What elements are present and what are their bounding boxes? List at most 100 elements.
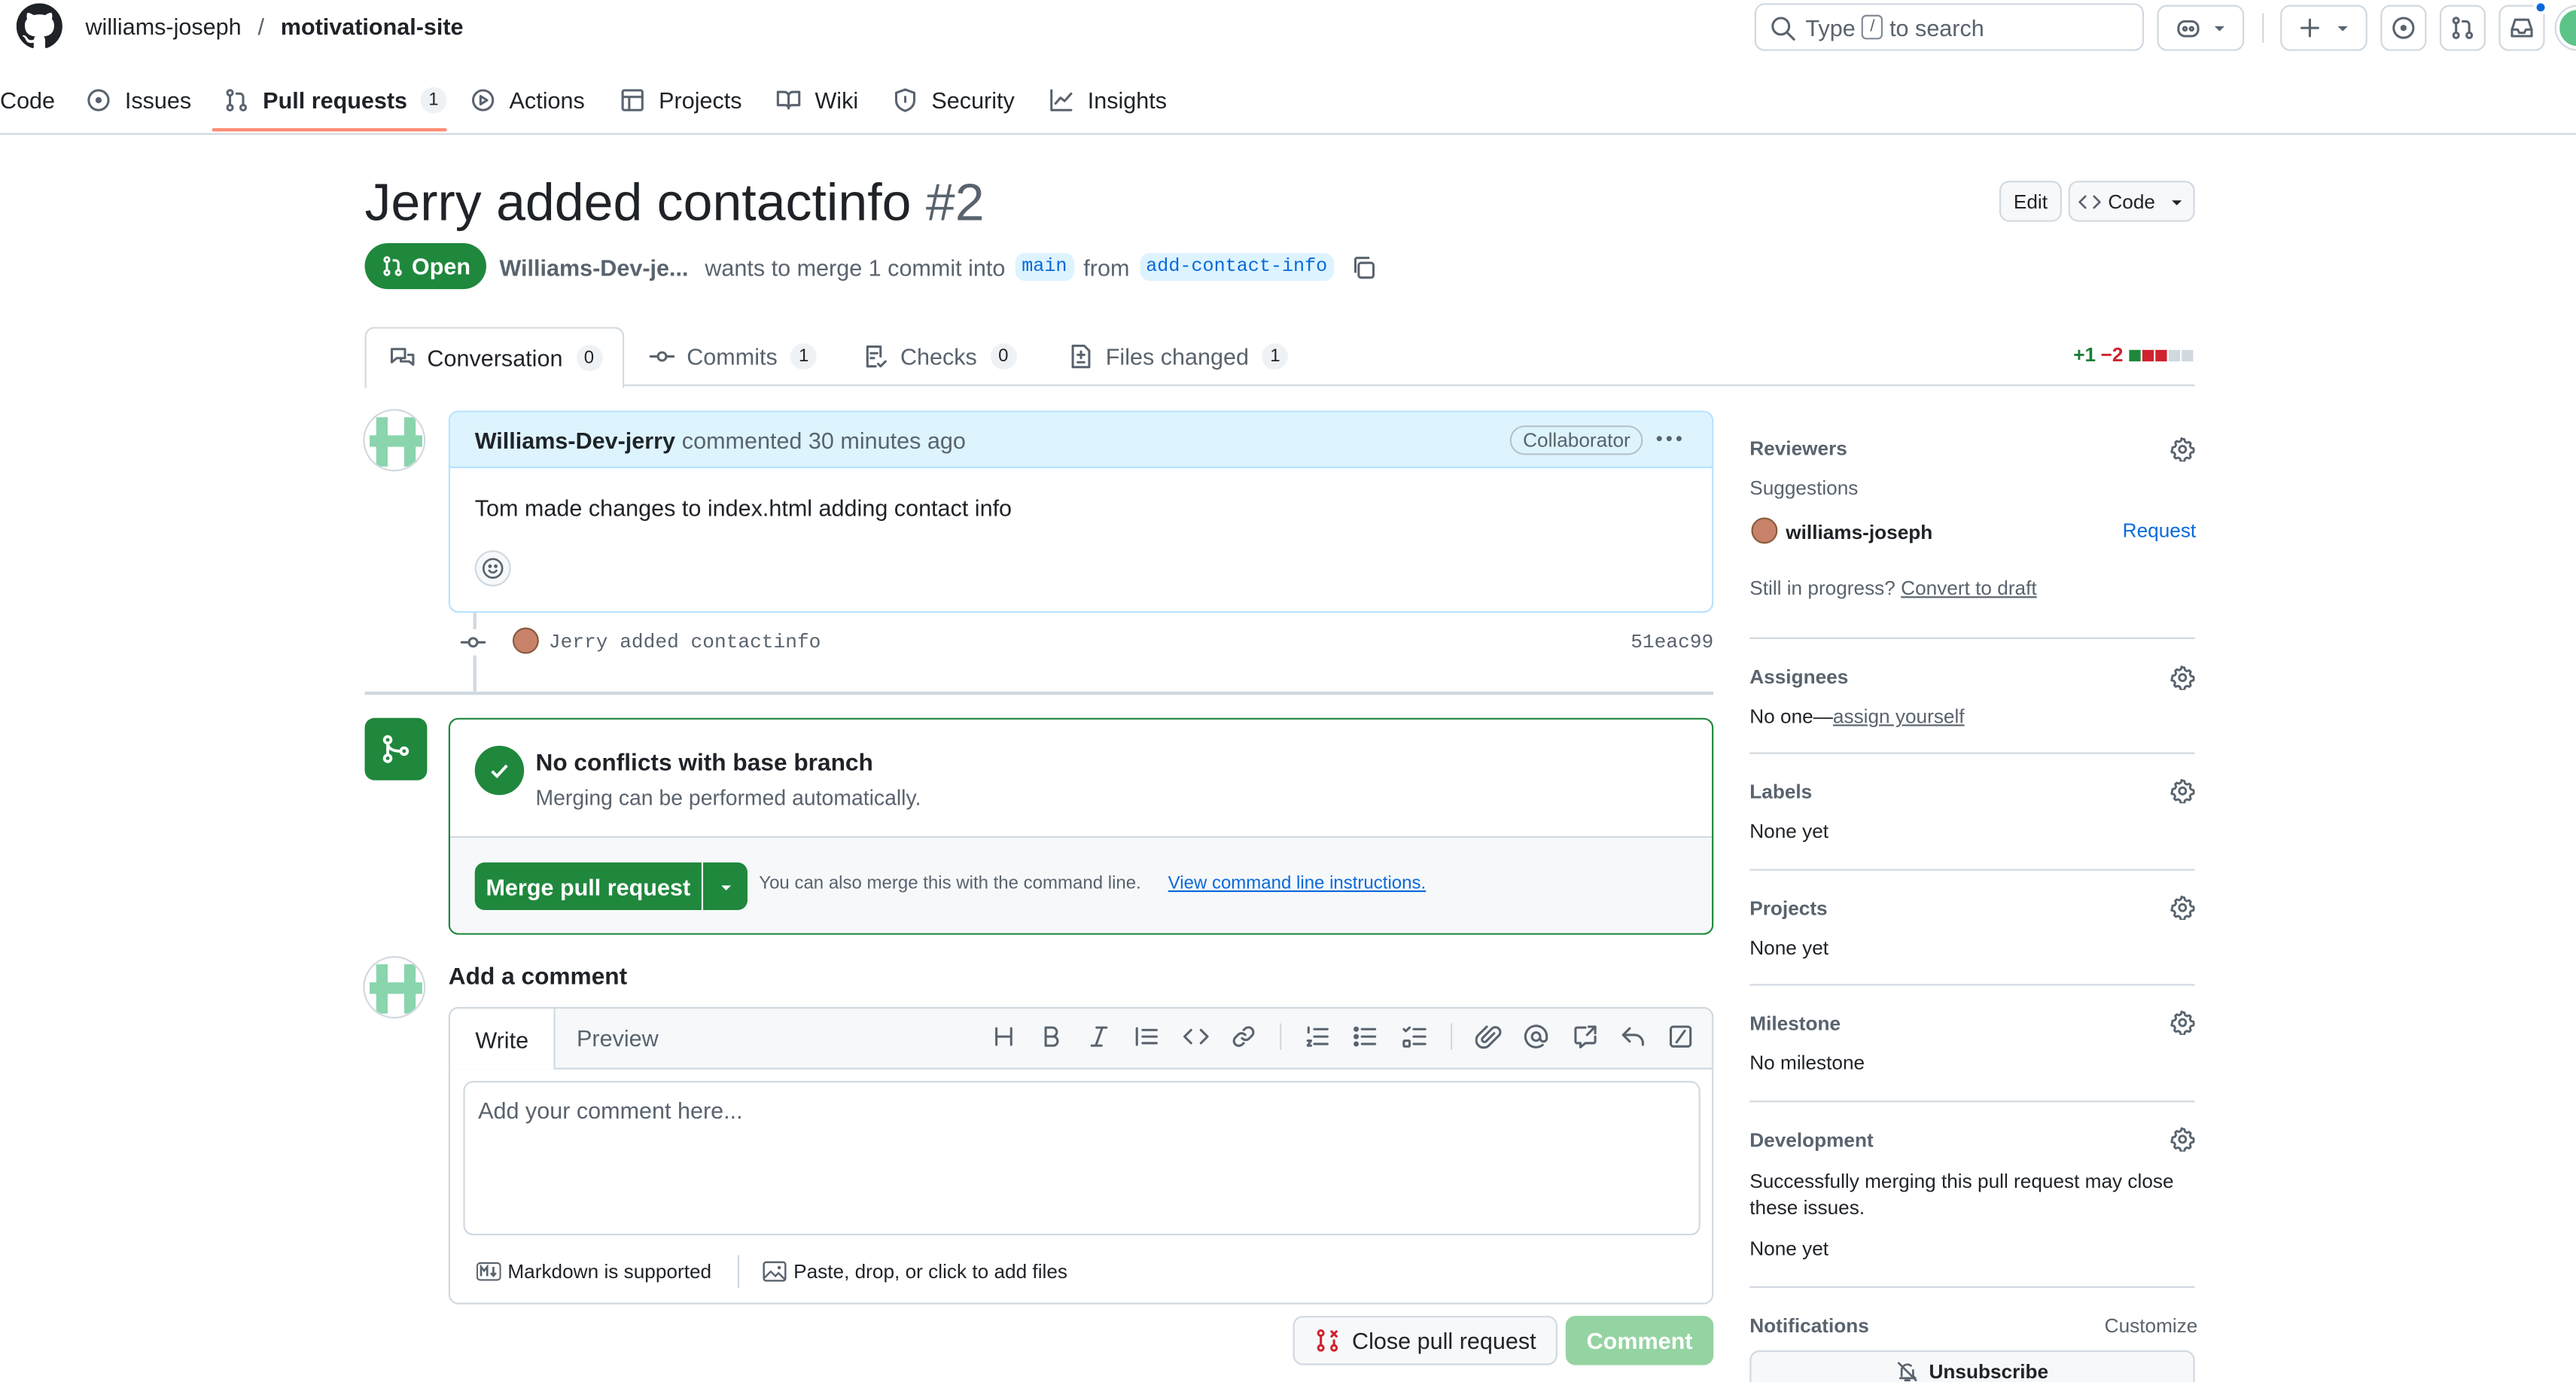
- merge-status-subtitle: Merging can be performed automatically.: [535, 785, 921, 810]
- commit-row: Jerry added contactinfo 51eac99: [460, 626, 1713, 659]
- comment-box: Williams-Dev-jerry commented 30 minutes …: [448, 410, 1714, 613]
- quote-icon[interactable]: [1134, 1024, 1160, 1050]
- head-branch[interactable]: add-contact-info: [1139, 253, 1334, 282]
- issues-button[interactable]: [2380, 5, 2427, 51]
- edit-button[interactable]: Edit: [1999, 181, 2062, 222]
- attach-files-note[interactable]: Paste, drop, or click to add files: [793, 1260, 1067, 1283]
- heading-icon[interactable]: [991, 1024, 1017, 1050]
- commit-message-link[interactable]: Jerry added contactinfo: [549, 631, 821, 654]
- tab-checks-label: Checks: [900, 343, 977, 370]
- mention-icon[interactable]: [1523, 1024, 1549, 1050]
- comment-author-link[interactable]: Williams-Dev-jerry: [475, 426, 675, 452]
- development-value: None yet: [1749, 1237, 1829, 1260]
- nav-wiki[interactable]: Wiki: [775, 85, 858, 114]
- gear-icon[interactable]: [2170, 1127, 2195, 1152]
- comment-textarea[interactable]: Add your comment here...: [463, 1081, 1701, 1236]
- code-icon[interactable]: [1183, 1024, 1209, 1050]
- comment-editor: Write Preview Add your comment here... M…: [448, 1006, 1714, 1304]
- nav-insights[interactable]: Insights: [1048, 85, 1167, 114]
- nav-code[interactable]: Code: [0, 85, 55, 114]
- editor-footer: Markdown is supported Paste, drop, or cl…: [450, 1252, 1712, 1303]
- command-line-link[interactable]: View command line instructions.: [1168, 874, 1426, 893]
- request-review-button[interactable]: Request: [2123, 519, 2197, 543]
- kebab-horizontal-icon[interactable]: [1655, 427, 1684, 450]
- copilot-button[interactable]: [2157, 5, 2245, 51]
- tab-preview[interactable]: Preview: [577, 1025, 659, 1052]
- git-pull-request-icon: [224, 87, 263, 114]
- reviewers-title[interactable]: Reviewers: [1749, 437, 1847, 461]
- create-new-button[interactable]: [2280, 5, 2367, 51]
- close-pr-button[interactable]: Close pull request: [1293, 1316, 1557, 1365]
- bold-icon[interactable]: [1038, 1024, 1064, 1050]
- chevron-down-icon: [2210, 20, 2227, 36]
- comment-button[interactable]: Comment: [1565, 1316, 1714, 1365]
- assignees-title[interactable]: Assignees: [1749, 665, 1848, 689]
- assign-yourself-link[interactable]: assign yourself: [1833, 705, 1965, 728]
- nav-issues[interactable]: Issues: [85, 85, 191, 114]
- owner-link[interactable]: williams-joseph: [85, 13, 241, 39]
- nav-code-label: Code: [0, 87, 56, 114]
- gear-icon[interactable]: [2170, 1010, 2195, 1035]
- nav-pull-requests[interactable]: Pull requests 1: [224, 85, 447, 114]
- gear-icon[interactable]: [2170, 665, 2195, 690]
- comment-meta[interactable]: commented 30 minutes ago: [682, 426, 966, 452]
- code-icon: [2078, 190, 2102, 213]
- avatar[interactable]: [2556, 6, 2576, 50]
- convert-to-draft-link[interactable]: Convert to draft: [1901, 577, 2037, 600]
- paperclip-icon[interactable]: [1475, 1024, 1502, 1050]
- github-logo-icon[interactable]: [16, 3, 62, 49]
- ordered-list-icon[interactable]: [1305, 1024, 1331, 1050]
- avatar[interactable]: [363, 956, 426, 1019]
- nav-projects[interactable]: Projects: [620, 85, 742, 114]
- avatar[interactable]: [363, 409, 426, 472]
- tab-conversation-label: Conversation: [427, 345, 563, 372]
- markdown-note[interactable]: Markdown is supported: [507, 1260, 711, 1283]
- projects-title[interactable]: Projects: [1749, 897, 1827, 921]
- commit-sha-link[interactable]: 51eac99: [1631, 631, 1713, 654]
- merge-button[interactable]: Merge pull request: [474, 862, 702, 911]
- italic-icon[interactable]: [1086, 1024, 1113, 1050]
- development-title[interactable]: Development: [1749, 1128, 1873, 1152]
- merge-options-button[interactable]: [703, 862, 748, 911]
- milestone-title[interactable]: Milestone: [1749, 1012, 1841, 1035]
- search-input[interactable]: Type / to search: [1754, 3, 2145, 51]
- reply-icon[interactable]: [1620, 1024, 1646, 1050]
- tab-write[interactable]: Write: [449, 1008, 556, 1070]
- pr-author-link[interactable]: Williams-Dev-je...: [499, 254, 688, 280]
- tab-checks[interactable]: Checks 0: [863, 327, 1017, 386]
- nav-actions[interactable]: Actions: [470, 85, 585, 114]
- add-reaction-button[interactable]: [474, 550, 511, 587]
- tab-files-changed[interactable]: Files changed 1: [1068, 327, 1289, 386]
- code-button[interactable]: Code: [2068, 181, 2195, 222]
- tab-write-label: Write: [475, 1025, 529, 1052]
- header-border: [0, 132, 2576, 135]
- pr-meta: Williams-Dev-je... wants to merge 1 comm…: [499, 253, 1377, 282]
- nav-security[interactable]: Security: [892, 85, 1015, 114]
- checks-counter: 0: [990, 343, 1017, 370]
- customize-link[interactable]: Customize: [2105, 1314, 2198, 1338]
- tab-commits[interactable]: Commits 1: [649, 327, 818, 386]
- state-label: Open: [411, 253, 471, 280]
- link-icon[interactable]: [1231, 1024, 1257, 1050]
- gear-icon[interactable]: [2170, 437, 2195, 462]
- merge-button-label: Merge pull request: [486, 872, 691, 900]
- unordered-list-icon[interactable]: [1352, 1024, 1378, 1050]
- labels-title[interactable]: Labels: [1749, 781, 1812, 804]
- cross-reference-icon[interactable]: [1573, 1024, 1599, 1050]
- page-title: Jerry added contactinfo #2: [364, 172, 984, 232]
- tab-files-label: Files changed: [1105, 343, 1249, 370]
- task-list-icon[interactable]: [1402, 1024, 1428, 1050]
- close-pr-label: Close pull request: [1352, 1327, 1536, 1354]
- gear-icon[interactable]: [2170, 778, 2195, 804]
- avatar[interactable]: [512, 627, 539, 654]
- copy-icon[interactable]: [1350, 254, 1377, 280]
- unsubscribe-button[interactable]: Unsubscribe: [1749, 1350, 2195, 1382]
- nav-wiki-label: Wiki: [815, 87, 859, 114]
- diffstat: +1 −2: [2073, 343, 2194, 367]
- tab-conversation[interactable]: Conversation 0: [364, 327, 625, 388]
- slash-command-icon[interactable]: [1667, 1024, 1694, 1050]
- gear-icon[interactable]: [2170, 895, 2195, 921]
- repo-link[interactable]: motivational-site: [281, 13, 464, 39]
- base-branch[interactable]: main: [1015, 253, 1074, 282]
- pull-requests-button[interactable]: [2439, 5, 2486, 51]
